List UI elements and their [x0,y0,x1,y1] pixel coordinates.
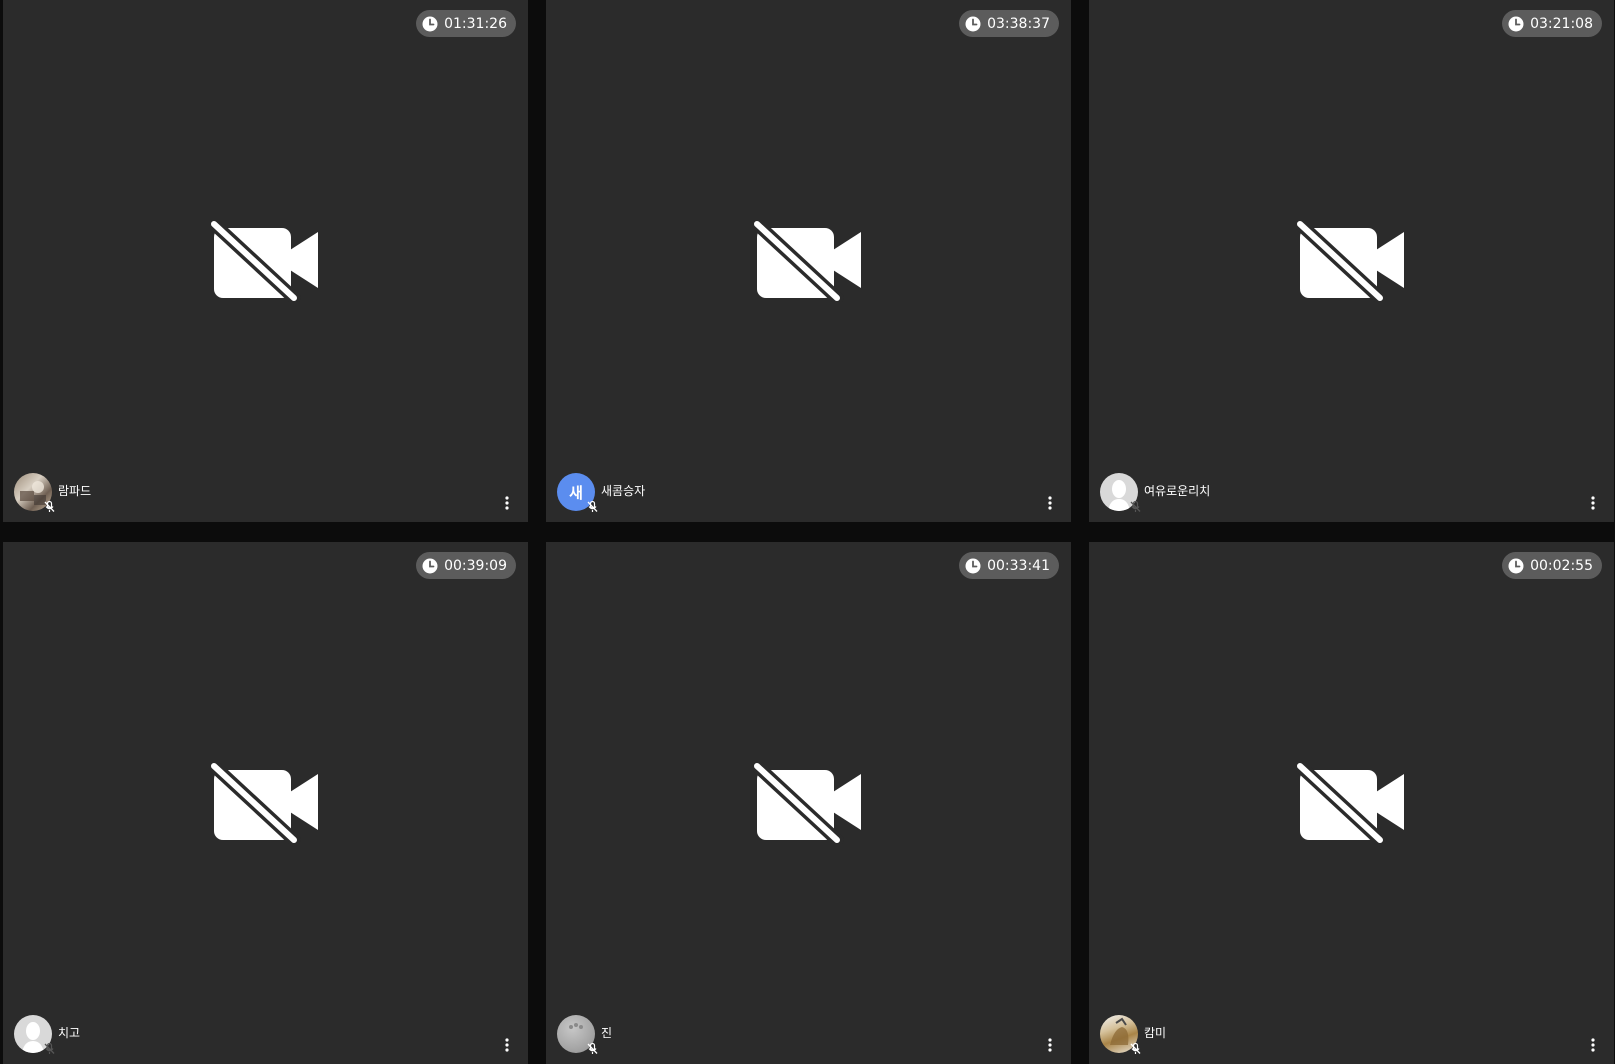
participant-name: 캄미 [1144,1026,1167,1040]
timer-badge: 03:21:08 [1502,10,1602,37]
timer-text: 01:31:26 [444,15,507,32]
clock-icon [965,16,981,31]
timer-text: 00:02:55 [1530,557,1593,574]
more-vertical-icon[interactable] [502,1036,512,1054]
participant-tile[interactable]: 00:02:55 캄미 [1089,542,1614,1064]
avatar[interactable]: 새 [557,473,598,512]
video-off-icon [1295,220,1408,302]
participant-info: 진 [557,1015,613,1054]
timer-badge: 00:33:41 [959,552,1059,579]
timer-badge: 03:38:37 [959,10,1059,37]
mic-off-icon [586,1042,599,1055]
participant-name: 람파드 [58,484,92,498]
participant-name: 진 [601,1026,613,1040]
timer-badge: 01:31:26 [416,10,516,37]
timer-text: 03:38:37 [987,15,1050,32]
participant-info: 치고 [14,1015,81,1054]
participant-info: 새 새콤승자 [557,473,646,512]
timer-text: 00:39:09 [444,557,507,574]
more-vertical-icon[interactable] [502,494,512,512]
clock-icon [965,558,981,573]
participant-tile[interactable]: 03:38:37 새 새콤승자 [546,0,1071,522]
video-off-icon [752,220,865,302]
timer-badge: 00:39:09 [416,552,516,579]
mic-off-icon [1129,1042,1142,1055]
timer-text: 03:21:08 [1530,15,1593,32]
participant-info: 캄미 [1100,1015,1167,1054]
video-off-icon [209,220,322,302]
clock-icon [1508,558,1524,573]
clock-icon [422,16,438,31]
avatar[interactable] [14,1015,55,1054]
avatar[interactable] [1100,473,1141,512]
video-off-icon [752,762,865,844]
participant-name: 새콤승자 [601,484,646,498]
more-vertical-icon[interactable] [1588,494,1598,512]
mic-off-icon [1129,500,1142,513]
mic-off-icon [43,500,56,513]
avatar[interactable] [14,473,55,512]
more-vertical-icon[interactable] [1045,494,1055,512]
participant-name: 여유로운리치 [1144,484,1211,498]
more-vertical-icon[interactable] [1045,1036,1055,1054]
participant-tile[interactable]: 01:31:26 람파드 [3,0,528,522]
timer-text: 00:33:41 [987,557,1050,574]
avatar[interactable] [557,1015,598,1054]
participant-info: 여유로운리치 [1100,473,1211,512]
participant-tile[interactable]: 00:33:41 진 [546,542,1071,1064]
participant-info: 람파드 [14,473,92,512]
avatar[interactable] [1100,1015,1141,1054]
mic-off-icon [43,1042,56,1055]
participant-tile[interactable]: 00:39:09 치고 [3,542,528,1064]
clock-icon [422,558,438,573]
more-vertical-icon[interactable] [1588,1036,1598,1054]
mic-off-icon [586,500,599,513]
participant-tile[interactable]: 03:21:08 여유로운리치 [1089,0,1614,522]
video-off-icon [209,762,322,844]
clock-icon [1508,16,1524,31]
participant-name: 치고 [58,1026,81,1040]
video-off-icon [1295,762,1408,844]
video-grid: 01:31:26 람파드 03:38:37 새 새콤승자 03:21:08 여유… [0,0,1615,1064]
timer-badge: 00:02:55 [1502,552,1602,579]
